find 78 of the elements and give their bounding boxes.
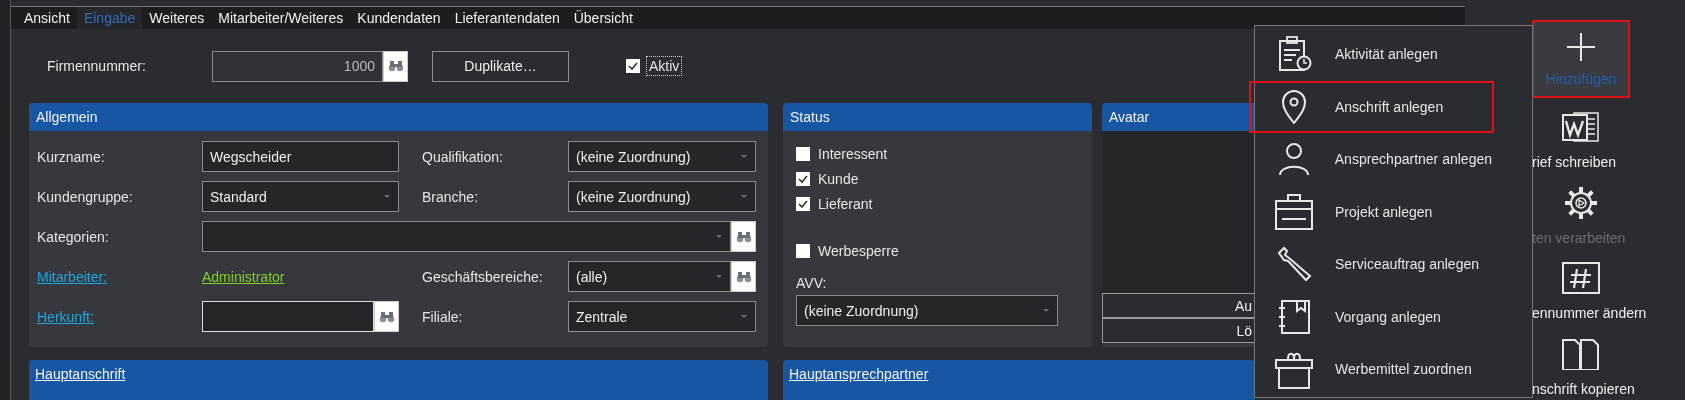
person-icon (1276, 142, 1311, 177)
avatar-button[interactable]: Lö (1102, 318, 1255, 343)
checkbox[interactable] (796, 146, 810, 161)
duplicate-button[interactable]: Duplikate… (432, 50, 569, 82)
dropdown[interactable]: Standard (202, 181, 399, 212)
dropdown[interactable]: (keine Zuordnung) (796, 295, 1058, 326)
number-field[interactable]: 1000 (212, 50, 383, 82)
menu-item[interactable]: Werbemittel zuordnen (1249, 343, 1494, 396)
checkbox[interactable] (626, 59, 640, 73)
dropdown[interactable]: (keine Zuordnung) (568, 181, 756, 212)
notebook-icon (1277, 298, 1311, 335)
field-link[interactable]: Mitarbeiter: (37, 268, 202, 285)
location-pin-icon (1281, 89, 1307, 124)
checkbox-label: Lieferant (818, 195, 873, 212)
employee-link[interactable]: Administrator (202, 268, 285, 285)
menu-item[interactable]: Ansprechpartner anlegen (1249, 133, 1494, 186)
clipboard-clock-icon (1276, 36, 1312, 73)
dropdown[interactable]: (alle) (568, 261, 731, 292)
plus-icon (1565, 31, 1597, 63)
briefcase-icon (1274, 192, 1314, 231)
field-label: Firmennummer: (46, 58, 147, 74)
tab[interactable]: Kundendaten (350, 7, 448, 29)
field-label: AVV: (796, 275, 828, 291)
menu-item[interactable]: Projekt anlegen (1249, 185, 1494, 238)
section-link[interactable]: Hauptansprechpartner (783, 360, 935, 388)
checkbox[interactable] (796, 196, 810, 211)
checkbox[interactable] (796, 243, 810, 258)
tab[interactable]: Weiteres (142, 7, 212, 29)
tab[interactable]: Ansicht (17, 7, 77, 29)
binoculars-icon (735, 230, 752, 243)
checkbox-label: Kunde (818, 170, 859, 187)
dropdown-caret-icon (740, 314, 748, 319)
hash-icon (1562, 262, 1600, 294)
gear-icon (1564, 185, 1598, 220)
binoculars-icon (735, 270, 752, 283)
checkbox-label: Interessent (818, 145, 888, 162)
copy-icon (1562, 337, 1600, 370)
checkbox[interactable] (796, 171, 810, 186)
field-label: Kurzname: (37, 148, 106, 165)
tab[interactable]: Lieferantendaten (447, 7, 567, 29)
text-field[interactable]: Wegscheider (202, 141, 399, 172)
dropdown[interactable]: Zentrale (568, 301, 756, 332)
dropdown[interactable] (202, 221, 731, 252)
lookup-button[interactable] (383, 50, 408, 82)
dropdown-caret-icon (740, 194, 748, 199)
menu-item[interactable]: Anschrift anlegen (1249, 80, 1494, 133)
section-link[interactable]: Hauptanschrift (29, 360, 132, 388)
panel-header: Status (783, 103, 1092, 131)
dropdown-caret-icon (383, 194, 391, 199)
dropdown-caret-icon (715, 274, 723, 279)
binoculars-icon (378, 310, 395, 323)
dropdown-caret-icon (1042, 308, 1050, 313)
toolbar-button[interactable]: nschrift kopieren (1532, 330, 1685, 400)
panel-header: Avatar (1102, 103, 1255, 131)
field-label: Filiale: (422, 308, 464, 325)
field-label: Kategorien: (37, 228, 110, 245)
document-icon (1562, 111, 1600, 143)
field-label: Kundengruppe: (37, 188, 134, 205)
tab[interactable]: Übersicht (566, 7, 640, 29)
toolbar-button[interactable]: rief schreiben (1532, 104, 1685, 174)
field-label: Geschäftsbereiche: (422, 268, 544, 285)
dropdown[interactable]: (keine Zuordnung) (568, 141, 756, 172)
field-link[interactable]: Herkunft: (37, 308, 202, 325)
toolbar-button[interactable]: ennummer ändern (1532, 255, 1685, 325)
avatar-button[interactable]: Au (1102, 293, 1255, 318)
tab[interactable]: Mitarbeiter/Weiteres (211, 7, 351, 29)
checkbox-label: Aktiv (646, 56, 683, 76)
wrench-icon (1276, 246, 1312, 283)
field-label: Qualifikation: (422, 148, 504, 165)
menu-item[interactable]: Aktivität anlegen (1249, 28, 1494, 81)
panel-header: Allgemein (29, 103, 768, 131)
text-field[interactable] (202, 301, 374, 332)
field-label: Branche: (422, 188, 480, 205)
dropdown-caret-icon (715, 234, 723, 239)
checkbox-label: Werbesperre (818, 242, 899, 259)
menu-item[interactable]: Serviceauftrag anlegen (1249, 238, 1494, 291)
binoculars-icon (387, 60, 404, 72)
dropdown-caret-icon (740, 154, 748, 159)
